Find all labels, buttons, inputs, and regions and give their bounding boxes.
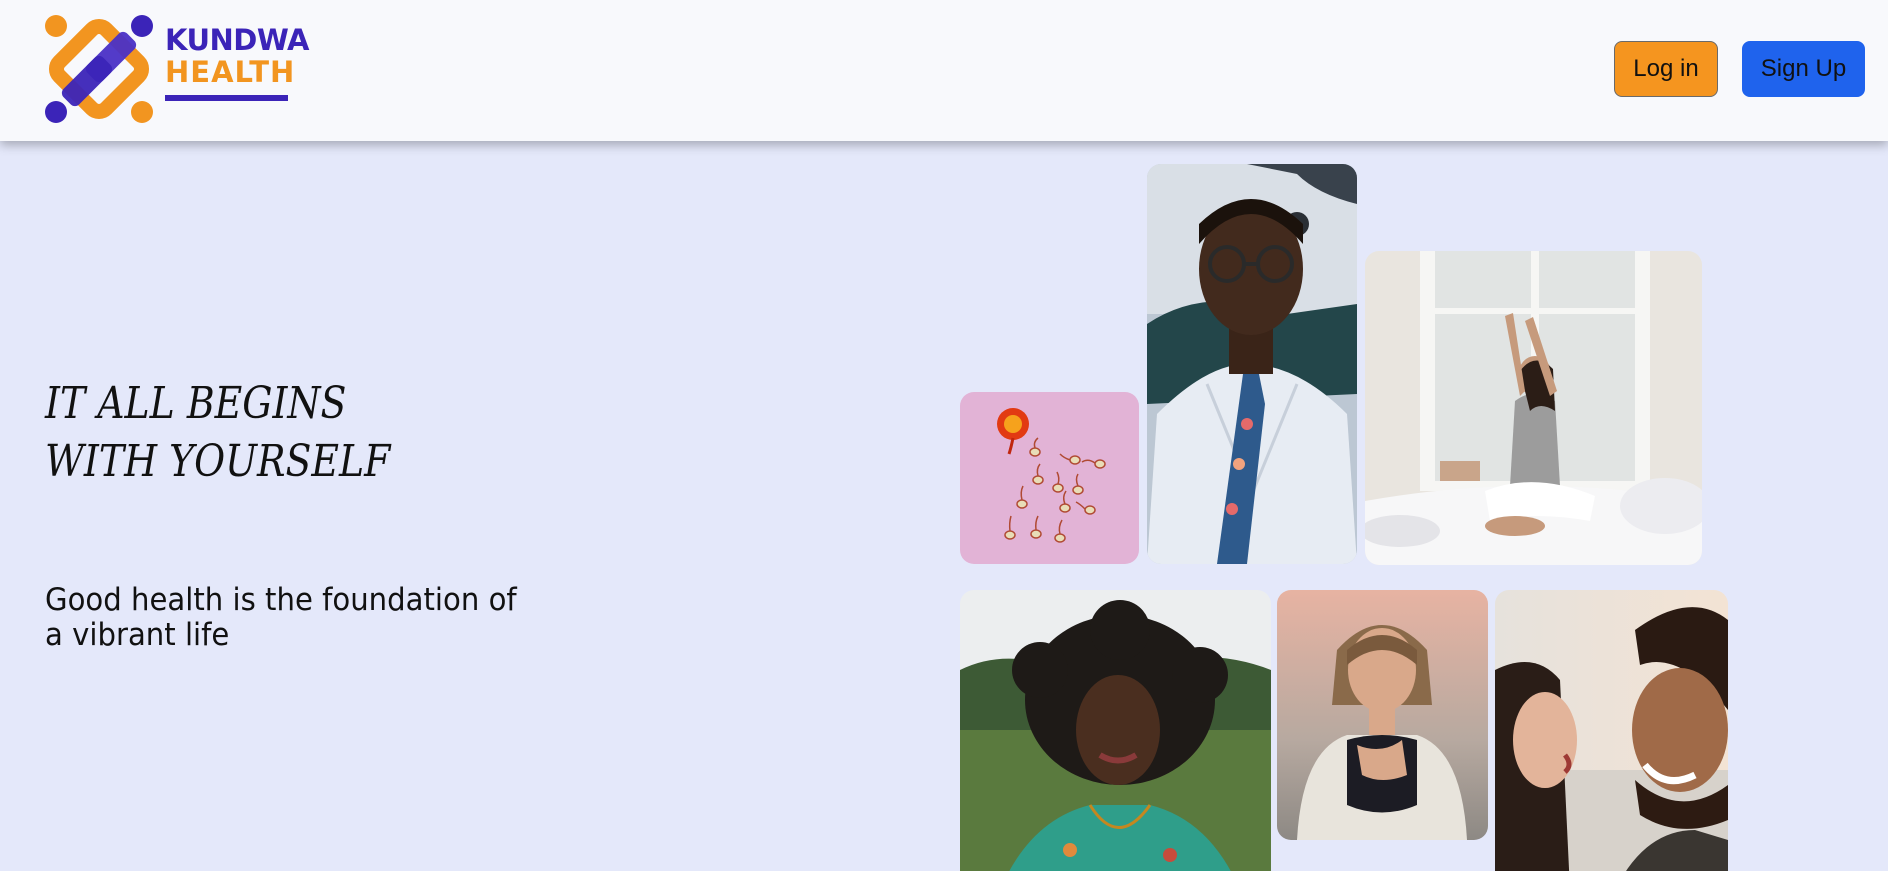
- logo-underline: [165, 95, 288, 101]
- hero-subheadline: Good health is the foundation of a vibra…: [45, 582, 517, 653]
- fertility-photo: [960, 392, 1139, 564]
- woman-curly-hair-photo: [960, 590, 1271, 871]
- hero-headline-line-1: IT ALL BEGINS: [45, 378, 347, 429]
- site-header: KUNDWA HEALTH Log in Sign Up: [0, 0, 1888, 141]
- signup-button[interactable]: Sign Up: [1742, 41, 1865, 97]
- logo-wordmark: KUNDWA HEALTH: [165, 26, 309, 101]
- doctor-photo: [1147, 164, 1357, 564]
- logo-line-health: HEALTH: [165, 55, 296, 89]
- woman-calm-photo: [1277, 590, 1488, 840]
- login-button[interactable]: Log in: [1614, 41, 1718, 97]
- couple-laughing-photo: [1495, 590, 1728, 871]
- kundwa-health-logo[interactable]: KUNDWA HEALTH: [44, 14, 309, 124]
- hero-headline-line-2: WITH YOURSELF: [45, 436, 391, 487]
- hero-headline: IT ALL BEGINS WITH YOURSELF: [45, 375, 390, 491]
- logo-line-kundwa: KUNDWA: [165, 23, 309, 57]
- logo-mark-icon: [45, 15, 153, 123]
- woman-stretching-photo: [1365, 251, 1702, 565]
